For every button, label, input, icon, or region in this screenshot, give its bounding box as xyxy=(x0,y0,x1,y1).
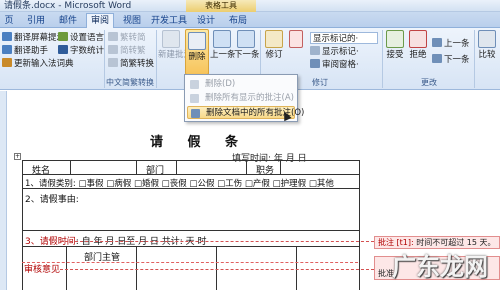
review-pane-icon xyxy=(310,59,320,68)
ribbon-separator xyxy=(156,30,157,88)
next-comment-icon xyxy=(237,30,255,48)
comment-connector xyxy=(60,269,374,270)
reject-change-button[interactable]: 拒绝 xyxy=(407,30,429,61)
accept-icon xyxy=(386,30,404,48)
delete-comment-icon xyxy=(188,32,206,50)
review-pane-button[interactable]: 审阅窗格· xyxy=(310,59,359,71)
prev-change-button[interactable]: 上一条 xyxy=(432,38,470,50)
compare-button[interactable]: 比较 xyxy=(476,30,498,61)
review-opinion-label: 审核意见 xyxy=(24,265,61,275)
dept-head-label: 部门主管 xyxy=(84,253,121,263)
comment-text: 时间不可超过 15 天。 xyxy=(416,238,496,247)
display-for-review-select[interactable]: 显示标记的· xyxy=(310,32,378,44)
comment-dash-line xyxy=(22,262,358,263)
accept-change-button[interactable]: 接受 xyxy=(384,30,406,61)
reject-icon xyxy=(409,30,427,48)
comment-tag: 批注 [t1]: xyxy=(378,238,414,247)
table-col-rule xyxy=(70,160,71,174)
update-ime-dictionary-button[interactable]: 更新输入法词典 xyxy=(2,58,74,70)
menu-item-delete[interactable]: 删除(D) xyxy=(187,78,295,91)
new-comment-icon xyxy=(162,30,180,48)
delete-icon xyxy=(190,80,199,89)
group-label-changes: 更改 xyxy=(421,78,437,87)
table-col-rule xyxy=(296,246,297,290)
leave-time-rest: : 自 年 月 日至 月 日 共计: 天 时 xyxy=(75,237,207,247)
convert-icon xyxy=(108,32,118,41)
prev-change-icon xyxy=(432,38,442,47)
tab-design[interactable]: 设计 xyxy=(192,14,220,28)
post-label: 职务 xyxy=(256,166,275,176)
track-changes-button[interactable]: 修订 xyxy=(262,30,286,61)
menu-item-delete-all[interactable]: 删除文档中的所有批注(O) xyxy=(187,106,304,119)
show-markup-icon xyxy=(310,46,320,55)
simp-trad-convert-button[interactable]: 简繁转换 xyxy=(108,58,154,70)
table-col-rule xyxy=(136,160,137,174)
word-count-icon xyxy=(58,45,68,54)
context-tab-table-tools: 表格工具 xyxy=(186,0,256,12)
word-count-button[interactable]: 字数统计 xyxy=(58,45,104,57)
tab-developer[interactable]: 开发工具 xyxy=(148,14,190,28)
table-col-rule xyxy=(246,160,247,174)
balloon-icon xyxy=(289,30,303,48)
ribbon-separator xyxy=(474,30,475,88)
delete-shown-icon xyxy=(190,94,199,103)
tab-view[interactable]: 视图 xyxy=(118,14,146,28)
comment-connector xyxy=(60,241,374,242)
vertical-ruler xyxy=(0,91,7,290)
simp-to-trad-button[interactable]: 简转繁 xyxy=(108,45,146,57)
dictionary-icon xyxy=(2,58,12,67)
trad-to-simp-button[interactable]: 繁转简 xyxy=(108,32,146,44)
tab-review[interactable]: 审阅 xyxy=(86,13,114,29)
new-comment-button[interactable]: 新建批注 xyxy=(158,30,192,61)
compare-icon xyxy=(478,30,496,48)
set-language-button[interactable]: 设置语言 xyxy=(58,32,104,44)
convert-icon xyxy=(108,45,118,54)
name-label: 姓名 xyxy=(32,166,51,176)
language-icon xyxy=(58,32,68,41)
prev-comment-icon xyxy=(213,30,231,48)
table-col-rule xyxy=(280,160,281,174)
next-comment-button[interactable]: 下一条 xyxy=(234,30,260,61)
table-col-rule xyxy=(136,246,137,290)
ribbon-separator xyxy=(382,30,383,88)
watermark: 广东龙网 xyxy=(392,253,488,281)
track-changes-icon xyxy=(265,30,283,48)
tab-mailings[interactable]: 邮件 xyxy=(54,14,82,28)
table-col-rule xyxy=(66,246,67,290)
prev-comment-button[interactable]: 上一条 xyxy=(210,30,236,61)
balloons-button[interactable] xyxy=(288,30,304,48)
window-title: 请假条.docx - Microsoft Word xyxy=(4,1,132,11)
show-markup-button[interactable]: 显示标记· xyxy=(310,46,359,58)
table-rule xyxy=(22,174,360,175)
ribbon-tabs: 页 引用 邮件 审阅 视图 开发工具 设计 布局 xyxy=(0,12,500,29)
tab-references[interactable]: 引用 xyxy=(22,14,50,28)
translate-icon xyxy=(2,32,12,41)
helper-icon xyxy=(2,45,12,54)
leave-reason-label: 2、请假事由: xyxy=(25,195,79,205)
next-change-button[interactable]: 下一条 xyxy=(432,54,470,66)
table-rule xyxy=(22,230,360,231)
table-move-handle[interactable]: + xyxy=(14,153,21,160)
table-col-rule xyxy=(176,160,177,174)
translation-helper-button[interactable]: 翻译助手 xyxy=(2,45,48,57)
tab-layout[interactable]: 布局 xyxy=(224,14,252,28)
convert-icon xyxy=(108,58,118,67)
tab-page[interactable]: 页 xyxy=(2,14,16,28)
delete-all-icon xyxy=(191,109,200,118)
next-change-icon xyxy=(432,54,442,63)
delete-comment-button[interactable]: 删除 xyxy=(185,29,209,75)
group-label-chinese-convert: 中文简繁转换 xyxy=(106,78,154,87)
table-col-rule xyxy=(216,246,217,290)
leave-type-row: 1、请假类别: □事假 □病假 □婚假 □丧假 □公假 □工伤 □产假 □护理假… xyxy=(25,179,334,189)
menu-item-delete-shown[interactable]: 删除所有显示的批注(A) xyxy=(187,92,295,105)
dept-label: 部门 xyxy=(146,166,165,176)
document-title: 请 假 条 xyxy=(150,135,249,150)
leave-time-label: 3、请假时间 xyxy=(25,237,76,247)
title-bar: 请假条.docx - Microsoft Word 表格工具 xyxy=(0,0,500,12)
